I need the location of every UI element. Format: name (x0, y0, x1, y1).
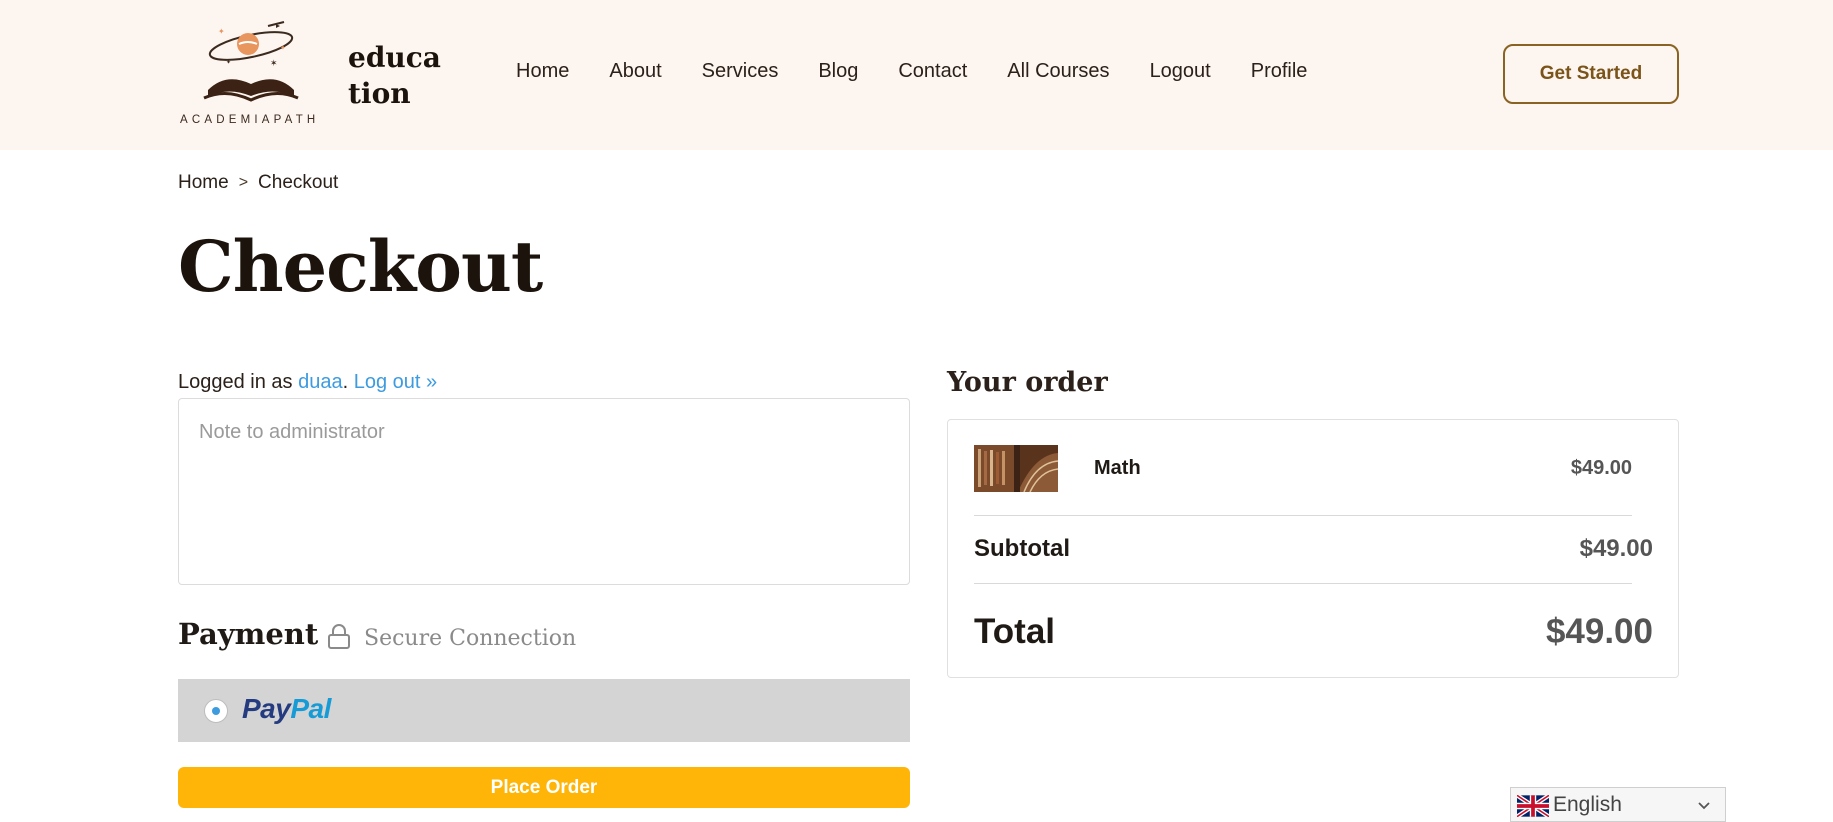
logout-link[interactable]: Log out » (354, 371, 437, 393)
lock-icon (328, 624, 350, 649)
order-item-name: Math (1094, 457, 1141, 479)
svg-text:✦: ✦ (226, 59, 231, 66)
payment-title: Payment (178, 617, 319, 651)
paypal-logo-part2: Pal (290, 693, 331, 724)
breadcrumb-separator-icon: > (238, 174, 249, 191)
nav-logout[interactable]: Logout (1150, 60, 1211, 83)
library-thumbnail-icon (974, 445, 1058, 492)
svg-text:✦: ✦ (280, 44, 286, 52)
paypal-logo: PayPal (242, 693, 331, 725)
breadcrumb-current: Checkout (258, 172, 339, 193)
breadcrumb-home[interactable]: Home (178, 172, 229, 194)
divider (974, 515, 1632, 516)
logged-in-dot: . (342, 371, 349, 393)
chevron-down-icon (1698, 802, 1710, 810)
logged-in-notice: Logged in as duaa. Log out » (178, 371, 437, 394)
secure-connection-label: Secure Connection (364, 626, 577, 651)
nav-all-courses[interactable]: All Courses (1007, 60, 1109, 83)
language-selector[interactable]: English (1510, 787, 1726, 822)
book-planet-logo-icon: ✦ ✦ ✦ ✶ (203, 21, 299, 102)
logged-in-prefix: Logged in as (178, 371, 299, 393)
logo-wordmark: ACADEMIAPATH (180, 114, 320, 126)
breadcrumb: Home > Checkout (178, 172, 338, 194)
your-order-title: Your order (947, 367, 1108, 398)
site-logo[interactable]: ✦ ✦ ✦ ✶ ACADEMIAPATH (178, 18, 338, 130)
nav-contact[interactable]: Contact (898, 60, 967, 83)
paypal-payment-option[interactable]: PayPal (178, 679, 910, 742)
subtotal-value: $49.00 (1579, 535, 1653, 562)
divider (974, 583, 1632, 584)
total-label: Total (974, 612, 1056, 651)
order-item: Math $49.00 (974, 445, 1632, 493)
nav-services[interactable]: Services (702, 60, 779, 83)
svg-text:✶: ✶ (270, 58, 278, 68)
nav-home[interactable]: Home (516, 60, 569, 83)
svg-text:✦: ✦ (218, 27, 225, 36)
paypal-radio[interactable] (204, 699, 228, 723)
site-name[interactable]: educa tion (348, 40, 468, 112)
nav-profile[interactable]: Profile (1251, 60, 1308, 83)
order-item-price: $49.00 (1570, 457, 1632, 479)
get-started-button[interactable]: Get Started (1503, 44, 1679, 104)
main-nav: Home About Services Blog Contact All Cou… (516, 60, 1307, 83)
nav-blog[interactable]: Blog (818, 60, 858, 83)
nav-about[interactable]: About (609, 60, 661, 83)
uk-flag-icon (1517, 795, 1549, 817)
place-order-button[interactable]: Place Order (178, 767, 910, 808)
language-label: English (1553, 793, 1622, 816)
order-summary: Math $49.00 Subtotal $49.00 Total $49.00 (947, 419, 1679, 678)
site-header: ✦ ✦ ✦ ✶ ACADEMIAPATH educa tion Home Abo… (0, 0, 1833, 150)
paypal-logo-part1: Pay (242, 693, 291, 724)
admin-note-textarea[interactable] (178, 398, 910, 585)
course-thumbnail (974, 445, 1058, 492)
username-link[interactable]: duaa (298, 371, 343, 393)
subtotal-label: Subtotal (974, 535, 1070, 562)
page-title: Checkout (178, 225, 543, 308)
total-value: $49.00 (1545, 612, 1653, 651)
